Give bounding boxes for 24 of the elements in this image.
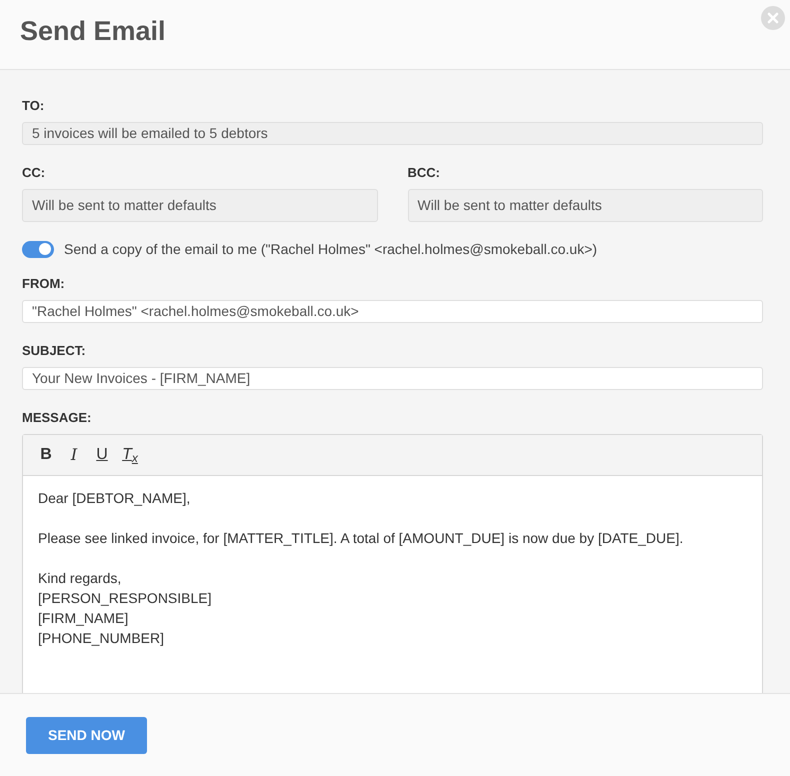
message-line: Kind regards, — [38, 569, 122, 588]
message-line: [FIRM_NAME] — [38, 609, 130, 628]
message-line: [PERSON_RESPONSIBLE] — [38, 589, 213, 608]
message-line: Dear [DEBTOR_NAME], — [38, 489, 192, 508]
input-field[interactable]: Your New Invoices - [FIRM_NAME] — [22, 367, 763, 390]
read-only-field: Will be sent to matter defaults — [408, 189, 763, 222]
bold-button[interactable]: B — [33, 442, 59, 468]
read-only-field: 5 invoices will be emailed to 5 debtors — [22, 122, 763, 145]
field-label: SUBJECT: — [22, 342, 87, 359]
clear-button[interactable]: T$_{x}$ — [117, 442, 143, 468]
underline-button[interactable]: U — [89, 442, 115, 468]
field-label: FROM: — [22, 275, 66, 292]
field-label: MESSAGE: — [22, 409, 92, 426]
italic-button[interactable]: I — [61, 442, 87, 468]
message-line: Please see linked invoice, for [MATTER_TITLE]. A total of [AMOUNT_DUE] is now due by [DATE_DUE]. — [38, 529, 684, 548]
field-label: BCC: — [408, 164, 441, 181]
dialog-title: Send Email — [20, 15, 166, 48]
field-label: CC: — [22, 164, 46, 181]
toggle-switch[interactable] — [22, 240, 54, 258]
input-field[interactable]: "Rachel Holmes" <rachel.holmes@smokeball.co.uk> — [22, 300, 763, 323]
field-label: TO: — [22, 97, 46, 114]
toggle-label: Send a copy of the email to me ("Rachel Holmes" <rachel.holmes@smokeball.co.uk>) — [64, 240, 598, 259]
message-line: [PHONE_NUMBER] — [38, 629, 166, 648]
read-only-field: Will be sent to matter defaults — [22, 189, 378, 222]
